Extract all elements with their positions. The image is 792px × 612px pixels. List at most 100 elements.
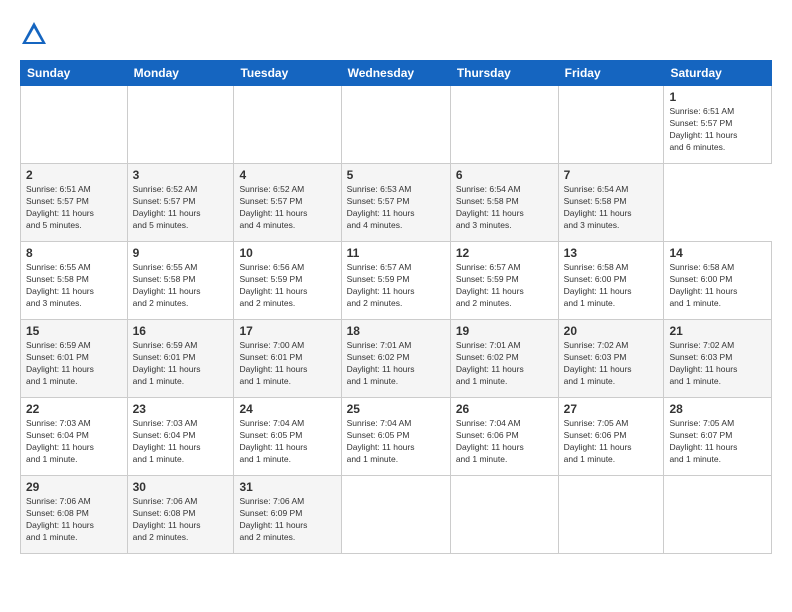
calendar-cell-day-14: 14 Sunrise: 6:58 AMSunset: 6:00 PMDayligh… (664, 242, 772, 320)
calendar-cell-day-18: 18 Sunrise: 7:01 AMSunset: 6:02 PMDayligh… (341, 320, 450, 398)
day-number: 2 (26, 168, 122, 182)
day-number: 30 (133, 480, 229, 494)
day-number: 20 (564, 324, 659, 338)
calendar-header-saturday: Saturday (664, 61, 772, 86)
day-info: Sunrise: 6:55 AMSunset: 5:58 PMDaylight:… (26, 262, 122, 310)
calendar-header-friday: Friday (558, 61, 664, 86)
day-info: Sunrise: 7:01 AMSunset: 6:02 PMDaylight:… (456, 340, 553, 388)
day-number: 14 (669, 246, 766, 260)
day-number: 23 (133, 402, 229, 416)
day-number: 13 (564, 246, 659, 260)
day-info: Sunrise: 7:04 AMSunset: 6:05 PMDaylight:… (347, 418, 445, 466)
day-number: 1 (669, 90, 766, 104)
calendar-cell-day-25: 25 Sunrise: 7:04 AMSunset: 6:05 PMDayligh… (341, 398, 450, 476)
day-number: 18 (347, 324, 445, 338)
calendar-cell-day-13: 13 Sunrise: 6:58 AMSunset: 6:00 PMDayligh… (558, 242, 664, 320)
day-number: 10 (239, 246, 335, 260)
day-number: 19 (456, 324, 553, 338)
day-info: Sunrise: 6:55 AMSunset: 5:58 PMDaylight:… (133, 262, 229, 310)
calendar-header-row: SundayMondayTuesdayWednesdayThursdayFrid… (21, 61, 772, 86)
calendar-cell-day-2: 2 Sunrise: 6:51 AMSunset: 5:57 PMDaylight… (21, 164, 128, 242)
day-info: Sunrise: 7:06 AMSunset: 6:09 PMDaylight:… (239, 496, 335, 544)
day-number: 5 (347, 168, 445, 182)
day-number: 21 (669, 324, 766, 338)
calendar-week-1: 2 Sunrise: 6:51 AMSunset: 5:57 PMDaylight… (21, 164, 772, 242)
day-info: Sunrise: 6:58 AMSunset: 6:00 PMDaylight:… (564, 262, 659, 310)
calendar-body: 1 Sunrise: 6:51 AMSunset: 5:57 PMDaylight… (21, 86, 772, 554)
empty-cell (234, 86, 341, 164)
calendar-cell-day-29: 29 Sunrise: 7:06 AMSunset: 6:08 PMDayligh… (21, 476, 128, 554)
calendar-header-thursday: Thursday (450, 61, 558, 86)
day-number: 27 (564, 402, 659, 416)
day-number: 12 (456, 246, 553, 260)
calendar-week-0: 1 Sunrise: 6:51 AMSunset: 5:57 PMDaylight… (21, 86, 772, 164)
day-info: Sunrise: 6:54 AMSunset: 5:58 PMDaylight:… (456, 184, 553, 232)
logo (20, 20, 52, 48)
calendar-cell-day- (558, 476, 664, 554)
day-number: 29 (26, 480, 122, 494)
day-info: Sunrise: 7:03 AMSunset: 6:04 PMDaylight:… (133, 418, 229, 466)
calendar-header-sunday: Sunday (21, 61, 128, 86)
day-number: 4 (239, 168, 335, 182)
day-number: 11 (347, 246, 445, 260)
empty-cell (341, 86, 450, 164)
empty-cell (127, 86, 234, 164)
calendar-week-2: 8 Sunrise: 6:55 AMSunset: 5:58 PMDaylight… (21, 242, 772, 320)
calendar-cell-day-19: 19 Sunrise: 7:01 AMSunset: 6:02 PMDayligh… (450, 320, 558, 398)
calendar-cell-day-12: 12Sunrise: 6:57 AMSunset: 5:59 PMDayligh… (450, 242, 558, 320)
calendar-cell-day-9: 9Sunrise: 6:55 AMSunset: 5:58 PMDaylight… (127, 242, 234, 320)
calendar-cell-day-4: 4Sunrise: 6:52 AMSunset: 5:57 PMDaylight… (234, 164, 341, 242)
calendar-header-monday: Monday (127, 61, 234, 86)
day-number: 22 (26, 402, 122, 416)
day-info: Sunrise: 6:51 AMSunset: 5:57 PMDaylight:… (669, 106, 766, 154)
day-info: Sunrise: 6:59 AMSunset: 6:01 PMDaylight:… (26, 340, 122, 388)
empty-cell (558, 86, 664, 164)
day-number: 17 (239, 324, 335, 338)
calendar-cell-day-8: 8 Sunrise: 6:55 AMSunset: 5:58 PMDaylight… (21, 242, 128, 320)
calendar-cell-day-10: 10Sunrise: 6:56 AMSunset: 5:59 PMDayligh… (234, 242, 341, 320)
day-info: Sunrise: 7:00 AMSunset: 6:01 PMDaylight:… (239, 340, 335, 388)
calendar-cell-day-17: 17 Sunrise: 7:00 AMSunset: 6:01 PMDayligh… (234, 320, 341, 398)
day-number: 25 (347, 402, 445, 416)
day-info: Sunrise: 7:01 AMSunset: 6:02 PMDaylight:… (347, 340, 445, 388)
day-info: Sunrise: 6:53 AMSunset: 5:57 PMDaylight:… (347, 184, 445, 232)
calendar-cell-day-31: 31Sunrise: 7:06 AMSunset: 6:09 PMDayligh… (234, 476, 341, 554)
calendar-cell-day-1: 1 Sunrise: 6:51 AMSunset: 5:57 PMDaylight… (664, 86, 772, 164)
day-info: Sunrise: 7:06 AMSunset: 6:08 PMDaylight:… (26, 496, 122, 544)
calendar-cell-day-6: 6 Sunrise: 6:54 AMSunset: 5:58 PMDaylight… (450, 164, 558, 242)
calendar-cell-day-3: 3Sunrise: 6:52 AMSunset: 5:57 PMDaylight… (127, 164, 234, 242)
day-number: 7 (564, 168, 659, 182)
empty-cell (450, 86, 558, 164)
day-info: Sunrise: 7:03 AMSunset: 6:04 PMDaylight:… (26, 418, 122, 466)
day-number: 26 (456, 402, 553, 416)
calendar-cell-day-5: 5 Sunrise: 6:53 AMSunset: 5:57 PMDaylight… (341, 164, 450, 242)
day-info: Sunrise: 6:51 AMSunset: 5:57 PMDaylight:… (26, 184, 122, 232)
header (20, 20, 772, 48)
calendar-cell-day-21: 21 Sunrise: 7:02 AMSunset: 6:03 PMDayligh… (664, 320, 772, 398)
day-number: 15 (26, 324, 122, 338)
day-info: Sunrise: 7:05 AMSunset: 6:06 PMDaylight:… (564, 418, 659, 466)
calendar-header-tuesday: Tuesday (234, 61, 341, 86)
calendar-header-wednesday: Wednesday (341, 61, 450, 86)
calendar-cell-day- (450, 476, 558, 554)
calendar-cell-day-20: 20Sunrise: 7:02 AMSunset: 6:03 PMDayligh… (558, 320, 664, 398)
calendar-week-3: 15 Sunrise: 6:59 AMSunset: 6:01 PMDayligh… (21, 320, 772, 398)
calendar-cell-day-26: 26Sunrise: 7:04 AMSunset: 6:06 PMDayligh… (450, 398, 558, 476)
day-info: Sunrise: 6:58 AMSunset: 6:00 PMDaylight:… (669, 262, 766, 310)
day-info: Sunrise: 7:06 AMSunset: 6:08 PMDaylight:… (133, 496, 229, 544)
calendar-week-4: 22 Sunrise: 7:03 AMSunset: 6:04 PMDayligh… (21, 398, 772, 476)
day-info: Sunrise: 7:02 AMSunset: 6:03 PMDaylight:… (669, 340, 766, 388)
calendar-week-5: 29 Sunrise: 7:06 AMSunset: 6:08 PMDayligh… (21, 476, 772, 554)
day-number: 3 (133, 168, 229, 182)
calendar-cell-day-23: 23 Sunrise: 7:03 AMSunset: 6:04 PMDayligh… (127, 398, 234, 476)
calendar: SundayMondayTuesdayWednesdayThursdayFrid… (20, 60, 772, 554)
day-number: 8 (26, 246, 122, 260)
calendar-cell-day- (664, 476, 772, 554)
calendar-cell-day-22: 22 Sunrise: 7:03 AMSunset: 6:04 PMDayligh… (21, 398, 128, 476)
day-number: 28 (669, 402, 766, 416)
day-info: Sunrise: 6:54 AMSunset: 5:58 PMDaylight:… (564, 184, 659, 232)
calendar-cell-day-11: 11Sunrise: 6:57 AMSunset: 5:59 PMDayligh… (341, 242, 450, 320)
day-number: 24 (239, 402, 335, 416)
calendar-cell-day- (341, 476, 450, 554)
day-number: 6 (456, 168, 553, 182)
